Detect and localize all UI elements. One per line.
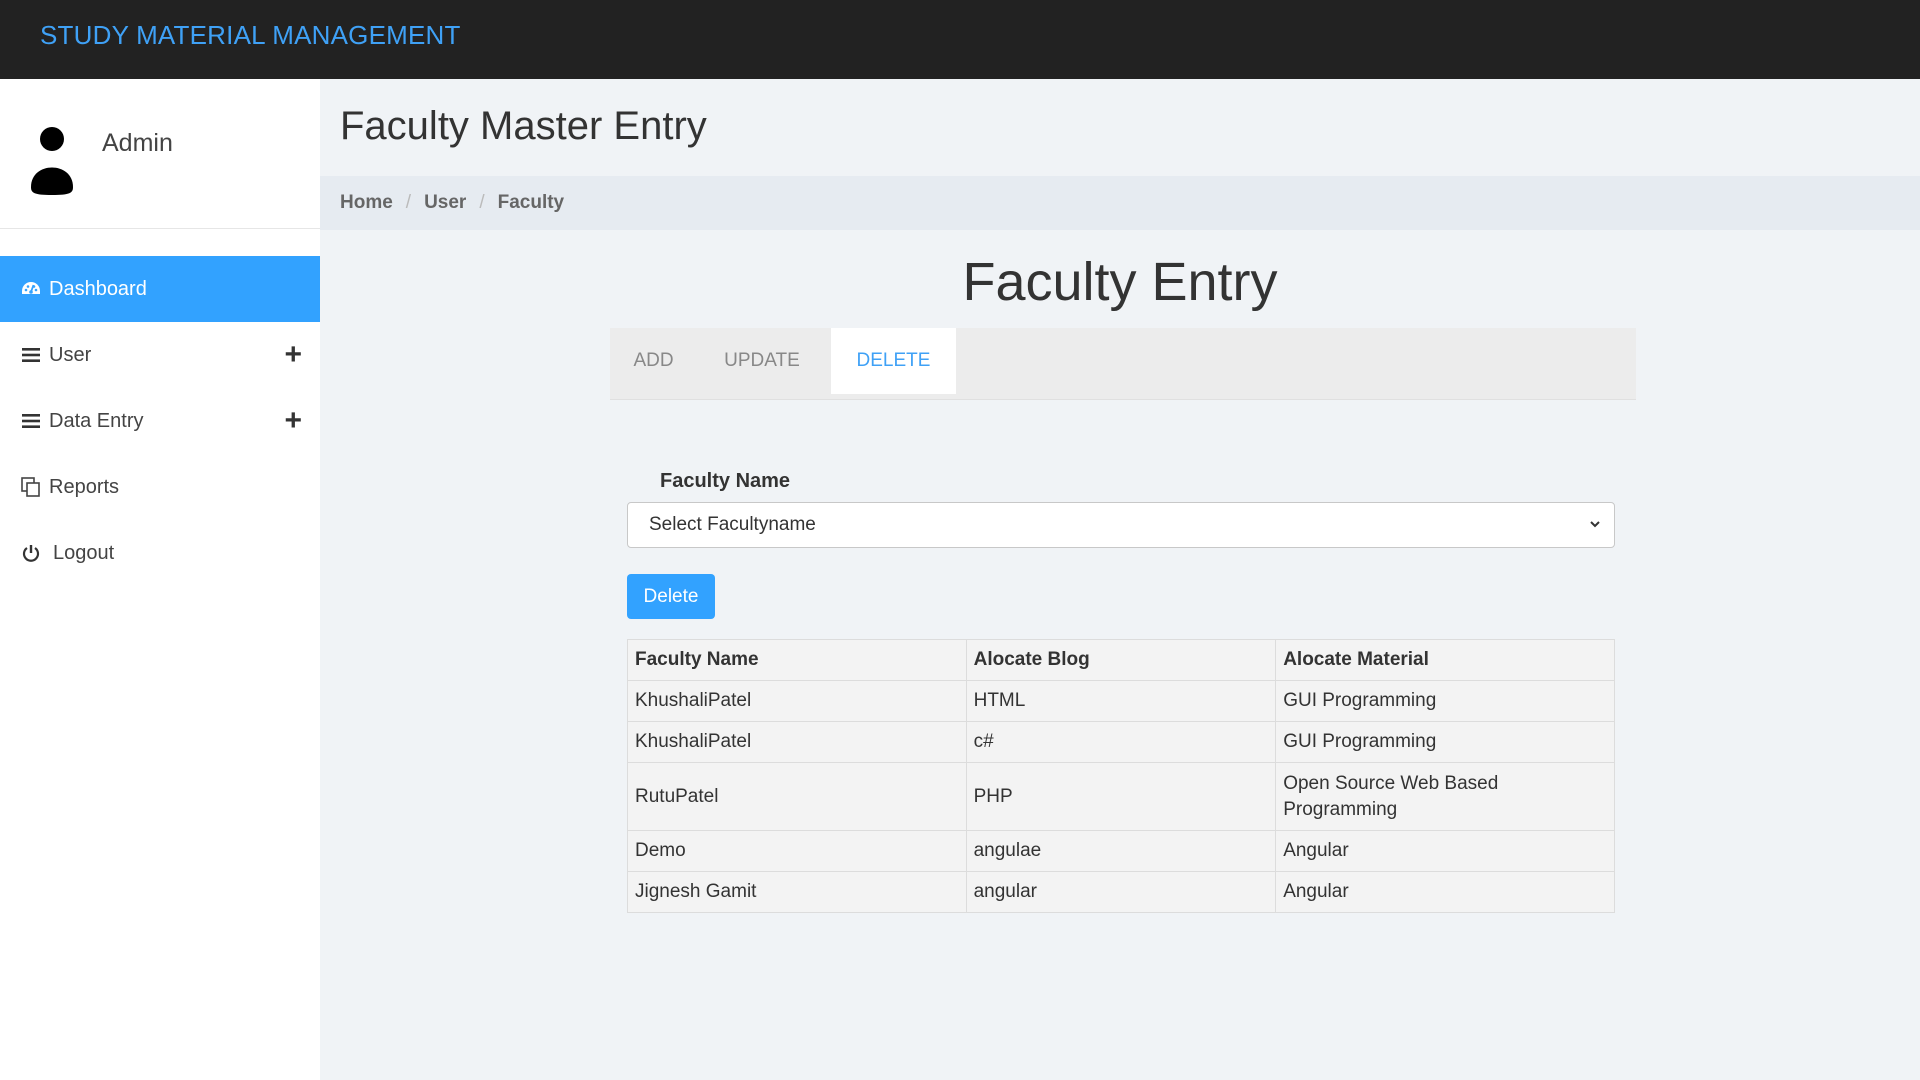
table-row: KhushaliPatel c# GUI Programming	[627, 721, 1615, 763]
table-cell: HTML	[965, 680, 1277, 722]
breadcrumb-item-home[interactable]: Home	[340, 192, 393, 214]
faculty-name-label: Faculty Name	[660, 470, 791, 492]
top-navbar: STUDY MATERIAL MANAGEMENT	[0, 0, 1920, 79]
sidebar-item-dashboard[interactable]: Dashboard	[0, 256, 320, 322]
faculty-table: Faculty Name Alocate Blog Alocate Materi…	[627, 639, 1615, 913]
delete-button[interactable]: Delete	[627, 574, 715, 619]
table-row: Demo angulae Angular	[627, 830, 1615, 872]
breadcrumb-separator: /	[479, 192, 485, 213]
copy-icon	[19, 476, 43, 498]
chevron-down-icon	[1590, 521, 1600, 528]
tab-delete[interactable]: DELETE	[831, 328, 956, 394]
user-avatar-icon	[31, 127, 73, 195]
sidebar-item-label: Logout	[53, 541, 115, 564]
tab-add[interactable]: ADD	[610, 328, 697, 394]
table-cell: Demo	[627, 830, 967, 872]
table-cell: KhushaliPatel	[627, 680, 967, 722]
sidebar-item-data-entry[interactable]: Data Entry +	[0, 388, 320, 454]
table-cell: angular	[965, 871, 1277, 913]
bars-icon	[19, 344, 43, 366]
expand-plus-icon[interactable]: +	[284, 340, 302, 370]
user-name: Admin	[102, 129, 173, 157]
sidebar-item-reports[interactable]: Reports	[0, 454, 320, 520]
main-content: Faculty Master Entry Home / User / Facul…	[320, 79, 1920, 1080]
table-cell: GUI Programming	[1275, 721, 1615, 763]
table-cell: Angular	[1275, 830, 1615, 872]
table-cell: Angular	[1275, 871, 1615, 913]
sidebar-menu: Dashboard User + Data Entry + Reports Lo…	[0, 256, 320, 586]
table-row: KhushaliPatel HTML GUI Programming	[627, 680, 1615, 722]
sidebar-item-user[interactable]: User +	[0, 322, 320, 388]
sidebar-item-label: Data Entry	[49, 409, 144, 432]
table-cell: angulae	[965, 830, 1277, 872]
sidebar-item-logout[interactable]: Logout	[0, 520, 320, 586]
breadcrumb: Home / User / Faculty	[320, 176, 1920, 230]
table-cell: RutuPatel	[627, 762, 967, 831]
table-cell: Open Source Web Based Programming	[1275, 762, 1615, 831]
app-title[interactable]: STUDY MATERIAL MANAGEMENT	[40, 20, 461, 51]
table-cell: c#	[965, 721, 1277, 763]
table-cell: Jignesh Gamit	[627, 871, 967, 913]
table-cell: PHP	[965, 762, 1277, 831]
table-cell: KhushaliPatel	[627, 721, 967, 763]
table-row: Jignesh Gamit angular Angular	[627, 871, 1615, 913]
bars-icon	[19, 410, 43, 432]
content-title: Faculty Entry	[962, 252, 1278, 312]
user-panel: Admin	[0, 79, 320, 229]
column-header: Alocate Material	[1275, 639, 1615, 681]
tab-update[interactable]: UPDATE	[697, 328, 827, 394]
sidebar-item-label: User	[49, 343, 92, 366]
table-cell: GUI Programming	[1275, 680, 1615, 722]
table-header-row: Faculty Name Alocate Blog Alocate Materi…	[627, 639, 1615, 681]
sidebar-item-label: Dashboard	[49, 277, 147, 300]
faculty-name-select[interactable]: Select Facultyname	[627, 502, 1615, 548]
power-icon	[19, 542, 43, 564]
page-title: Faculty Master Entry	[340, 104, 707, 148]
sidebar-item-label: Reports	[49, 475, 120, 498]
column-header: Faculty Name	[627, 639, 967, 681]
breadcrumb-separator: /	[405, 192, 412, 213]
column-header: Alocate Blog	[965, 639, 1277, 681]
expand-plus-icon[interactable]: +	[284, 406, 302, 436]
dashboard-icon	[19, 278, 43, 300]
tabs-bar: ADD UPDATE DELETE	[610, 328, 1636, 400]
breadcrumb-item-user[interactable]: User	[424, 192, 466, 214]
breadcrumb-item-faculty: Faculty	[497, 192, 565, 213]
sidebar: Admin Dashboard User + Data Entry + Repo…	[0, 79, 320, 1080]
table-row: RutuPatel PHP Open Source Web Based Prog…	[627, 762, 1615, 831]
select-value: Select Facultyname	[649, 514, 816, 535]
